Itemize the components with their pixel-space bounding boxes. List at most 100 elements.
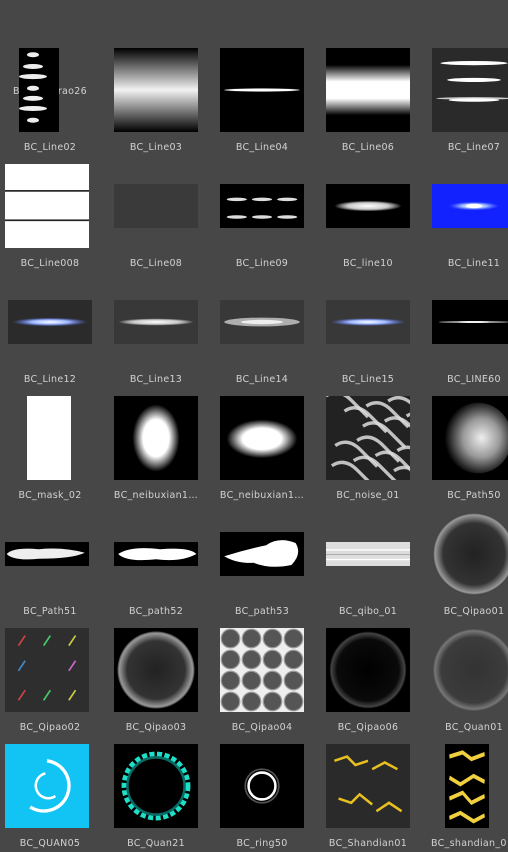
swirl-thumbnail — [5, 744, 89, 828]
asset-tile[interactable]: BC_Line008 — [0, 156, 103, 272]
asset-tile[interactable]: BC_qibo_01 — [315, 504, 421, 620]
asset-tile[interactable]: BC_LINE60 — [421, 272, 508, 388]
asset-tile[interactable]: BC_path52 — [103, 504, 209, 620]
asset-label: BC_Qipao04 — [231, 722, 293, 733]
smoke-streak-thumbnail — [114, 542, 198, 566]
asset-label: BC_Line008 — [20, 258, 80, 269]
horizontal-band-thumbnail — [326, 48, 410, 132]
lightning-strip-thumbnail — [445, 744, 489, 828]
asset-tile[interactable]: BC_Line09 — [209, 156, 315, 272]
asset-thumbnail-area — [0, 156, 103, 256]
grey-flare-thumbnail — [220, 300, 304, 344]
asset-label: BC_Line08 — [129, 258, 183, 269]
asset-tile[interactable]: BC_Line14 — [209, 272, 315, 388]
asset-label: BC_Line14 — [235, 374, 289, 385]
asset-label: BC_Line12 — [23, 374, 77, 385]
asset-tile[interactable]: BC_Path50 — [421, 388, 508, 504]
asset-label: BC_Line11 — [447, 258, 501, 269]
asset-thumbnail-area — [315, 40, 421, 140]
asset-label: BC_path52 — [128, 606, 184, 617]
wave-lines-thumbnail — [326, 542, 410, 566]
asset-tile[interactable]: BC_line10 — [315, 156, 421, 272]
asset-tile[interactable]: BC_neibuxian1… — [209, 388, 315, 504]
asset-tile[interactable]: BC_Line06 — [315, 40, 421, 156]
asset-label: BC_line10 — [343, 258, 393, 269]
asset-tile[interactable]: BC_Shandian01 — [315, 736, 421, 852]
white-rect-thumbnail — [27, 396, 71, 480]
asset-tile[interactable]: BC_Line11 — [421, 156, 508, 272]
asset-tile[interactable]: BC_Qipao04 — [209, 620, 315, 736]
stacked-flares-thumbnail — [432, 48, 508, 132]
asset-label: BC_Line06 — [341, 142, 395, 153]
flare-thumbnail — [326, 184, 410, 228]
white-bars-thumbnail — [5, 164, 89, 248]
asset-label: BC_Qipao02 — [19, 722, 81, 733]
asset-thumbnail-area — [0, 272, 103, 372]
asset-tile[interactable]: BC_Path51 — [0, 504, 103, 620]
asset-tile[interactable]: BC_Line04 — [209, 40, 315, 156]
asset-thumbnail-area — [0, 620, 103, 720]
bubble-thumbnail — [432, 512, 508, 596]
asset-thumbnail-area — [103, 736, 209, 836]
asset-thumbnail-area — [421, 156, 508, 256]
white-flare-thumbnail — [114, 300, 198, 344]
asset-label: BC_Line07 — [447, 142, 501, 153]
thin-line-thumbnail — [220, 48, 304, 132]
asset-tile[interactable]: BC_Line13 — [103, 272, 209, 388]
asset-label: BC_mask_02 — [18, 490, 82, 501]
blue-flare-thumbnail — [326, 300, 410, 344]
asset-thumbnail-area — [209, 736, 315, 836]
asset-thumbnail-area — [315, 272, 421, 372]
asset-tile[interactable]: BC_mask_02 — [0, 388, 103, 504]
asset-label: BC_Line02 — [23, 142, 77, 153]
asset-label: BC_Path51 — [23, 606, 77, 617]
soft-rect-thumbnail — [220, 396, 304, 480]
asset-tile[interactable]: BC_Line03 — [103, 40, 209, 156]
asset-tile[interactable]: BC_Line02 — [0, 40, 103, 156]
asset-tile[interactable]: BC_Qipao06 — [315, 620, 421, 736]
asset-tile[interactable]: BC_QUAN05 — [0, 736, 103, 852]
asset-label: BC_neibuxian1… — [219, 490, 305, 501]
soft-rect-thumbnail — [114, 396, 198, 480]
asset-thumbnail-area — [421, 272, 508, 372]
asset-thumbnail-area — [209, 504, 315, 604]
smoke-blob-thumbnail — [220, 532, 304, 576]
asset-thumbnail-area — [209, 620, 315, 720]
asset-thumbnail-area — [0, 388, 103, 488]
dark-thumbnail — [114, 184, 198, 228]
asset-tile[interactable]: BC_ring50 — [209, 736, 315, 852]
asset-thumbnail-area — [209, 40, 315, 140]
asset-label: BC_Shandian01 — [328, 838, 408, 849]
bubble-thumbnail — [114, 628, 198, 712]
asset-tile[interactable]: BC_Line12 — [0, 272, 103, 388]
asset-tile[interactable]: BC_Qipao03 — [103, 620, 209, 736]
asset-thumbnail-area — [103, 272, 209, 372]
asset-label: BC_neibuxian1… — [113, 490, 199, 501]
asset-tile[interactable]: BC_Line08 — [103, 156, 209, 272]
noise-thumbnail — [326, 396, 410, 480]
asset-thumbnail-area — [103, 40, 209, 140]
asset-label: BC_path53 — [234, 606, 290, 617]
sparks-thumbnail — [5, 628, 89, 712]
asset-thumbnail-area — [209, 388, 315, 488]
asset-thumbnail-area — [315, 736, 421, 836]
thin-line-thumbnail — [432, 300, 508, 344]
asset-tile[interactable]: BC_Line15 — [315, 272, 421, 388]
asset-tile[interactable]: BC_noise_01 — [315, 388, 421, 504]
asset-tile[interactable]: BC_Quan01 — [421, 620, 508, 736]
blue-flare-thumbnail — [432, 184, 508, 228]
blue-flare-thumbnail — [8, 300, 92, 344]
asset-tile[interactable]: BC_Qipao01 — [421, 504, 508, 620]
asset-label: BC_Path50 — [447, 490, 501, 501]
asset-thumbnail-area — [0, 736, 103, 836]
asset-tile[interactable]: BC_Line07 — [421, 40, 508, 156]
asset-tile[interactable]: BC_Qipao02 — [0, 620, 103, 736]
asset-tile[interactable]: BC_neibuxian1… — [103, 388, 209, 504]
asset-tile[interactable]: BC_Quan21 — [103, 736, 209, 852]
lightning-thumbnail — [326, 744, 410, 828]
asset-thumbnail-area — [421, 504, 508, 604]
asset-label: BC_Line13 — [129, 374, 183, 385]
asset-tile[interactable]: BC_shandian_0 — [421, 736, 508, 852]
asset-tile[interactable]: BC_path53 — [209, 504, 315, 620]
asset-label: BC_Quan21 — [127, 838, 185, 849]
